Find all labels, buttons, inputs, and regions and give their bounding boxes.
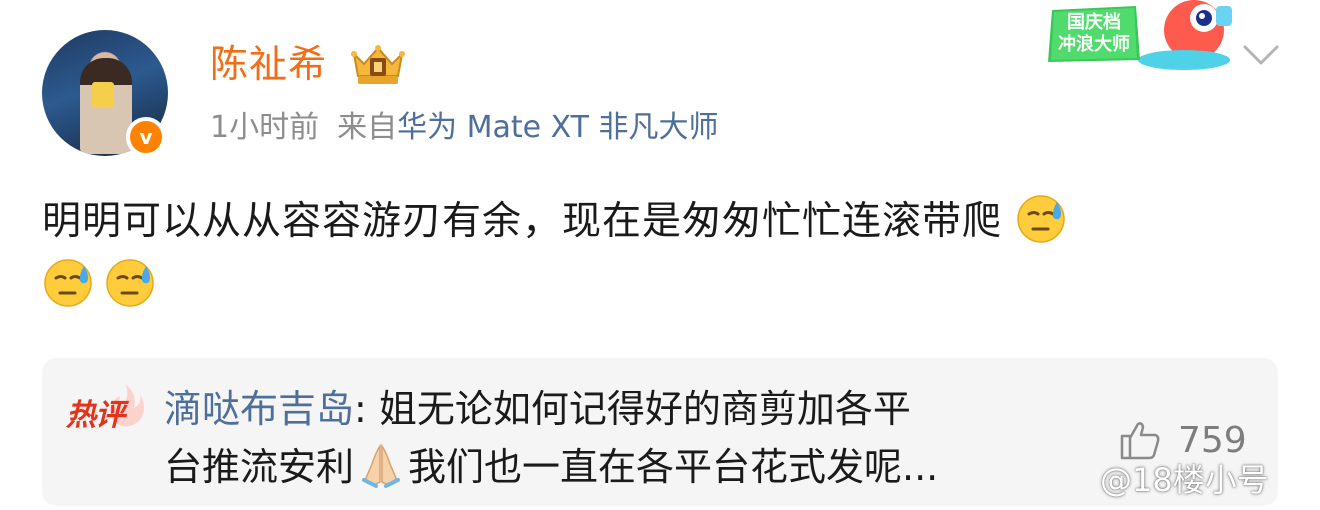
- post-time: 1小时前: [210, 110, 320, 145]
- festival-line1: 国庆档: [1067, 11, 1121, 33]
- post-meta: 1小时前 来自华为 Mate XT 非凡大师: [210, 108, 719, 148]
- comment-text-line2b: 我们也一直在各平台花式发呢...: [408, 445, 939, 489]
- chevron-down-icon[interactable]: [1242, 42, 1280, 68]
- hot-tag-label: 热评: [66, 398, 125, 433]
- comment-text-line2a: 台推流安利: [164, 445, 355, 489]
- source-prefix: 来自: [337, 110, 398, 145]
- like-button[interactable]: 759: [1118, 418, 1247, 462]
- sweat-emoji-icon: [44, 259, 92, 307]
- comment-body: 滴哒布吉岛: 姐无论如何记得好的商剪加各平 台推流安利 我们也一直在各平台花式发…: [164, 380, 1064, 496]
- sweat-emoji-icon: [106, 259, 154, 307]
- comment-separator: :: [354, 387, 367, 431]
- hot-comment-card[interactable]: 热评 滴哒布吉岛: 姐无论如何记得好的商剪加各平 台推流安利 我们也一直在各平台…: [42, 358, 1278, 506]
- folded-hands-emoji-icon: [362, 443, 401, 488]
- hot-comment-tag: 热评: [64, 382, 146, 433]
- comment-text-line1: 姐无论如何记得好的商剪加各平: [366, 387, 911, 431]
- post-content: 明明可以从从容容游刃有余，现在是匆匆忙忙连滚带爬: [42, 190, 1262, 318]
- like-count: 759: [1178, 419, 1247, 461]
- verified-badge-icon: v: [126, 117, 166, 157]
- festival-line2: 冲浪大师: [1058, 33, 1130, 55]
- commenter-name[interactable]: 滴哒布吉岛: [164, 387, 354, 431]
- watermark: @18楼小号: [1100, 461, 1269, 499]
- vip-crown-icon[interactable]: [348, 42, 408, 88]
- post-text: 明明可以从从容容游刃有余，现在是匆匆忙忙连滚带爬: [42, 199, 1003, 244]
- avatar-popcorn: [92, 82, 114, 108]
- thumbs-up-icon: [1120, 422, 1160, 460]
- device-link[interactable]: 华为 Mate XT 非凡大师: [397, 110, 718, 145]
- author-name[interactable]: 陈祉希: [210, 38, 327, 90]
- sweat-emoji-icon: [1017, 195, 1066, 243]
- festival-badge-icon[interactable]: 国庆档 冲浪大师: [1044, 0, 1240, 72]
